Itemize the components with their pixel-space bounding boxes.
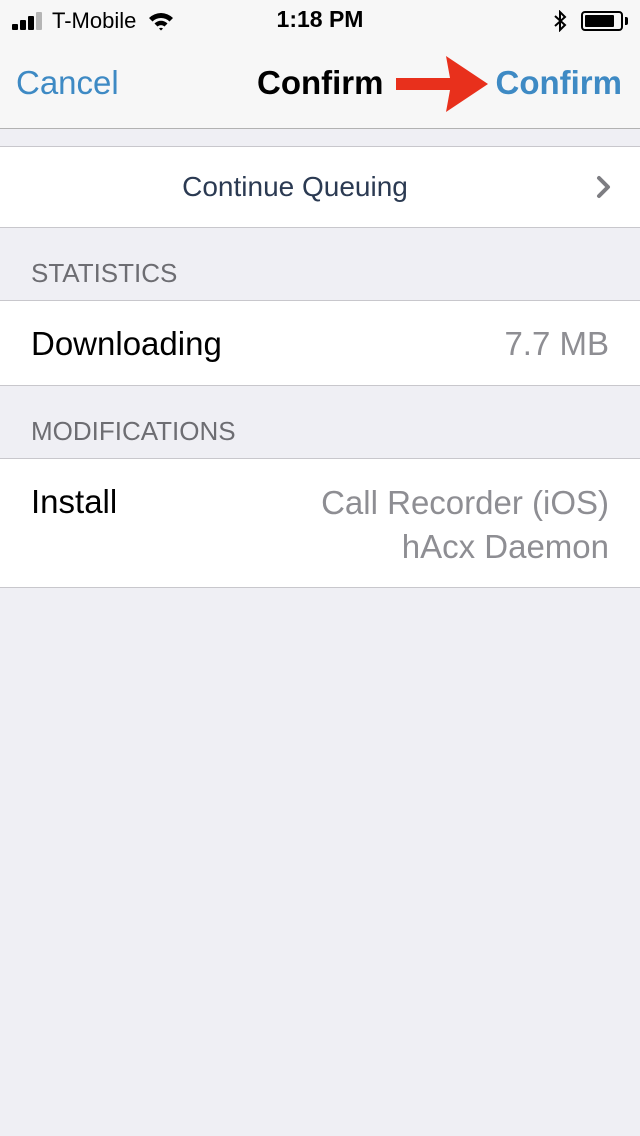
bluetooth-icon [554, 10, 567, 32]
continue-queuing-label: Continue Queuing [182, 171, 408, 202]
statistics-header: STATISTICS [31, 258, 178, 288]
page-title: Confirm [257, 64, 384, 101]
status-right [553, 8, 628, 34]
install-row: Install Call Recorder (iOS) hAcx Daemon [0, 458, 640, 588]
install-item: hAcx Daemon [401, 528, 609, 565]
modifications-header: MODIFICATIONS [31, 416, 236, 446]
continue-queuing-row[interactable]: Continue Queuing [0, 146, 640, 228]
downloading-row: Downloading 7.7 MB [0, 300, 640, 386]
confirm-button[interactable]: Confirm [496, 64, 623, 102]
status-bar: T-Mobile 1:18 PM [0, 0, 640, 40]
battery-level [585, 15, 614, 27]
battery-icon [581, 11, 623, 31]
cancel-button[interactable]: Cancel [16, 64, 119, 102]
downloading-label: Downloading [31, 325, 222, 362]
battery-tip [625, 17, 628, 25]
annotation-arrow-icon [396, 56, 488, 112]
status-time: 1:18 PM [276, 6, 364, 32]
navigation-bar: Cancel Confirm Confirm [0, 40, 640, 129]
chevron-right-icon [597, 176, 610, 198]
downloading-value: 7.7 MB [504, 325, 609, 362]
install-label: Install [31, 483, 118, 520]
install-item: Call Recorder (iOS) [321, 484, 609, 521]
